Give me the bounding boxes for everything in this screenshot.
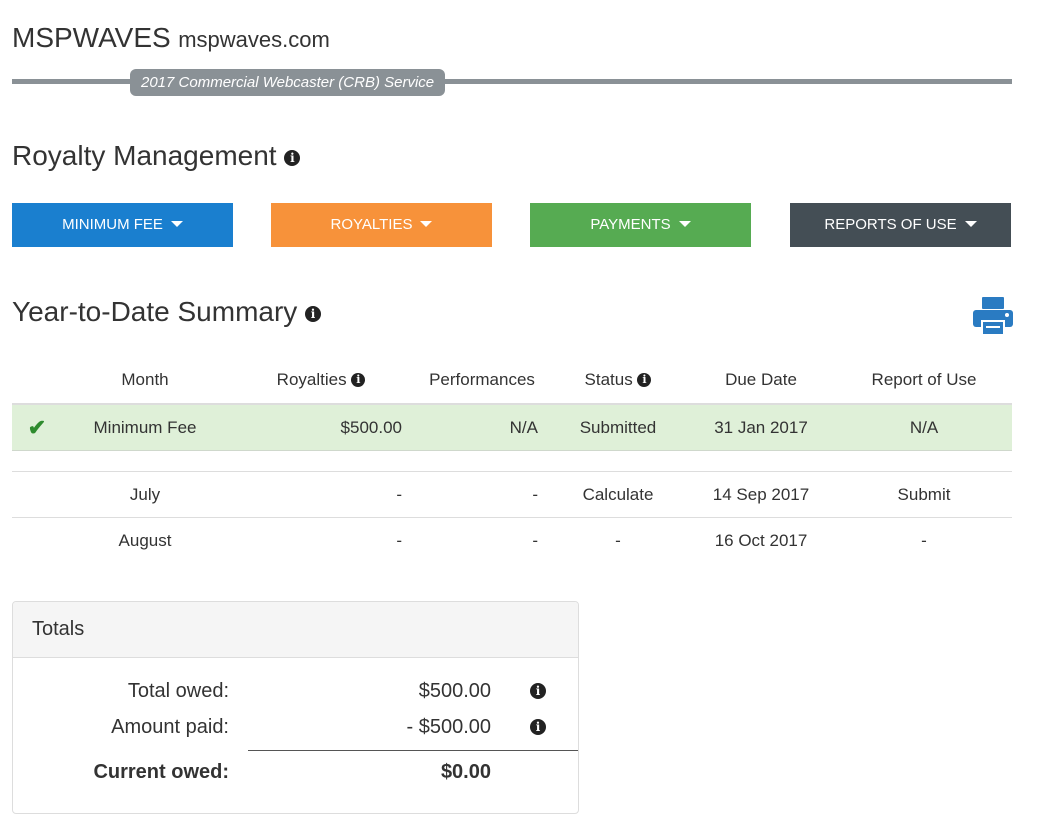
- service-badge: 2017 Commercial Webcaster (CRB) Service: [130, 69, 446, 96]
- royalties-menu-label: ROYALTIES: [330, 216, 413, 233]
- minimum-fee-menu-button[interactable]: MINIMUM FEE: [12, 203, 233, 247]
- brand-name: MSPWAVES: [12, 22, 171, 53]
- table-row: July - - Calculate 14 Sep 2017 Submit: [12, 471, 1012, 518]
- header-status-label: Status: [584, 369, 633, 389]
- info-icon[interactable]: i: [530, 719, 546, 735]
- cell-performances: -: [532, 530, 538, 550]
- summary-title-text: Year-to-Date Summary: [12, 296, 298, 327]
- header-report-of-use: Report of Use: [836, 356, 1012, 405]
- caret-down-icon: [420, 221, 433, 228]
- cell-due-date: 14 Sep 2017: [686, 471, 836, 518]
- header-royalties: Royalties i: [228, 356, 414, 405]
- header-royalties-label: Royalties: [276, 369, 347, 389]
- checkmark-icon: ✔: [27, 414, 47, 440]
- caret-down-icon: [170, 221, 183, 228]
- info-icon[interactable]: i: [284, 149, 301, 166]
- info-icon[interactable]: i: [530, 683, 546, 699]
- info-icon[interactable]: i: [351, 373, 366, 388]
- printer-icon[interactable]: [972, 296, 1014, 336]
- row-status-cell: ✔: [12, 404, 62, 451]
- cell-status: -: [615, 530, 621, 550]
- info-icon[interactable]: i: [305, 305, 322, 322]
- caret-down-icon: [678, 221, 691, 228]
- cell-report-of-use: N/A: [836, 404, 1012, 451]
- cell-performances: -: [414, 471, 550, 518]
- reports-of-use-menu-label: REPORTS OF USE: [824, 216, 957, 233]
- header-due-date: Due Date: [686, 356, 836, 405]
- table-spacer-row: [12, 450, 1012, 472]
- summary-table: Month Royalties i Performances Status i …: [12, 356, 1012, 563]
- cell-report-of-use: -: [921, 530, 927, 550]
- cell-royalties: $500.00: [228, 404, 414, 451]
- summary-title: Year-to-Date Summary i: [12, 296, 322, 328]
- cell-royalties: -: [228, 471, 414, 518]
- cell-status: Submitted: [550, 404, 686, 451]
- calculate-link[interactable]: Calculate: [550, 471, 686, 518]
- header-month: Month: [62, 356, 228, 405]
- royalties-menu-button[interactable]: ROYALTIES: [271, 203, 492, 247]
- cell-performances: N/A: [414, 404, 550, 451]
- brand-domain: mspwaves.com: [178, 27, 330, 52]
- header-performances: Performances: [414, 356, 550, 405]
- reports-of-use-menu-button[interactable]: REPORTS OF USE: [790, 203, 1011, 247]
- page-title-text: Royalty Management: [12, 140, 277, 171]
- row-status-cell: [12, 471, 62, 518]
- payments-menu-label: PAYMENTS: [590, 216, 671, 233]
- payments-menu-button[interactable]: PAYMENTS: [530, 203, 751, 247]
- row-status-cell: [12, 518, 62, 564]
- header-status: Status i: [550, 356, 686, 405]
- submit-link[interactable]: Submit: [836, 471, 1012, 518]
- cell-month: Minimum Fee: [62, 404, 228, 451]
- cell-due-date: 31 Jan 2017: [686, 404, 836, 451]
- cell-due-date: 16 Oct 2017: [714, 530, 808, 550]
- header-status-icon: [12, 356, 62, 405]
- page-title: Royalty Management i: [12, 140, 301, 172]
- info-icon[interactable]: i: [637, 373, 652, 388]
- table-row: ✔ Minimum Fee $500.00 N/A Submitted 31 J…: [12, 404, 1012, 451]
- site-header: MSPWAVES mspwaves.com: [12, 22, 330, 54]
- table-row: August - - - 16 Oct 2017 -: [12, 518, 1012, 564]
- totals-panel: Totals Total owed: $500.00 i Amount paid…: [12, 601, 579, 814]
- totals-divider: [248, 750, 578, 751]
- cell-royalties: -: [396, 530, 402, 550]
- amount-paid-value: - $500.00: [406, 716, 491, 738]
- totals-title: Totals: [13, 602, 578, 658]
- cell-month: July: [62, 471, 228, 518]
- table-header-row: Month Royalties i Performances Status i …: [12, 356, 1012, 405]
- current-owed-value: $0.00: [440, 761, 491, 783]
- cell-month: August: [118, 530, 172, 550]
- minimum-fee-menu-label: MINIMUM FEE: [62, 216, 163, 233]
- total-owed-value: $500.00: [418, 680, 491, 702]
- caret-down-icon: [964, 221, 977, 228]
